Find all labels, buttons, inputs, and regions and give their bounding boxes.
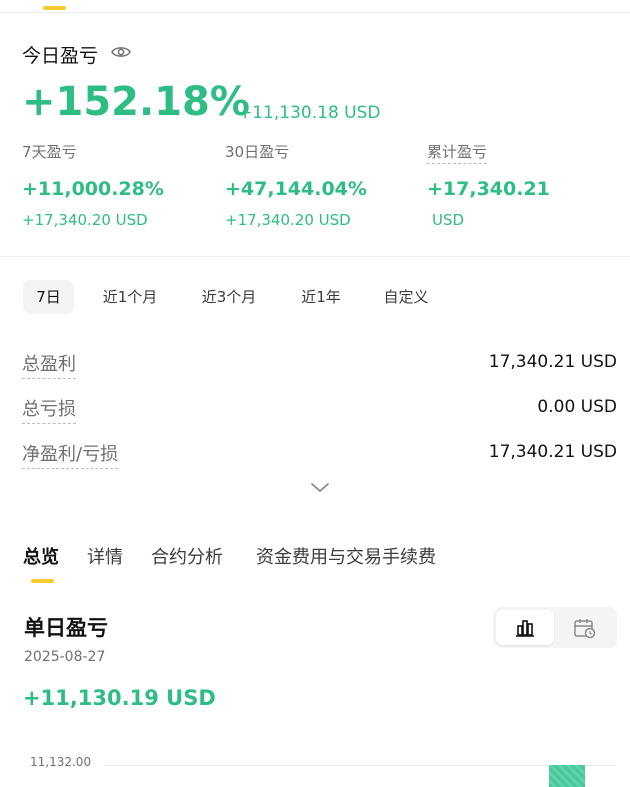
tab-contract-analysis[interactable]: 合约分析 <box>151 543 223 569</box>
tab-details[interactable]: 详情 <box>87 543 123 569</box>
calendar-view-button[interactable] <box>556 610 614 645</box>
range-tab-1m[interactable]: 近1个月 <box>88 280 172 314</box>
total-profit-value: 17,340.21 USD <box>488 352 617 372</box>
daily-pnl-title: 单日盈亏 <box>24 616 108 640</box>
chart-bar[interactable] <box>549 765 585 787</box>
tab-overview[interactable]: 总览 <box>23 543 59 569</box>
range-tab-7d[interactable]: 7日 <box>23 280 74 314</box>
stat-value-30d: +47,144.04% <box>225 178 367 200</box>
stat-label-30d: 30日盈亏 <box>225 143 290 161</box>
chart-view-toggle <box>493 607 617 648</box>
chart-gridline <box>104 765 616 766</box>
stat-value-cumulative: +17,340.21 <box>427 178 550 200</box>
divider <box>0 12 630 13</box>
daily-pnl-date: 2025-08-27 <box>24 649 106 665</box>
today-pnl-title: 今日盈亏 <box>22 45 99 67</box>
chart-axis-max-label: 11,132.00 <box>30 755 92 769</box>
stat-sub-7d: +17,340.20 USD <box>22 211 148 229</box>
bar-chart-icon <box>516 619 534 637</box>
stat-value-7d: +11,000.28% <box>22 178 164 200</box>
net-pnl-value: 17,340.21 USD <box>488 442 617 462</box>
total-loss-value: 0.00 USD <box>537 397 617 417</box>
eye-icon[interactable] <box>111 44 131 60</box>
range-tab-1y[interactable]: 近1年 <box>286 280 356 314</box>
top-tab-indicator <box>43 6 66 10</box>
today-pnl-usd: +11,130.18 USD <box>238 103 381 123</box>
divider <box>0 256 630 257</box>
net-pnl-label[interactable]: 净盈利/亏损 <box>22 440 119 469</box>
stat-label-7d: 7天盈亏 <box>22 143 77 161</box>
range-tab-custom[interactable]: 自定义 <box>370 280 442 314</box>
calendar-icon <box>574 618 596 638</box>
tab-indicator <box>31 579 54 583</box>
stat-sub-cumulative: USD <box>432 211 465 229</box>
stat-sub-30d: +17,340.20 USD <box>225 211 351 229</box>
stat-label-cumulative[interactable]: 累计盈亏 <box>427 141 488 164</box>
today-pnl-percent: +152.18% <box>22 79 250 125</box>
total-profit-label[interactable]: 总盈利 <box>22 350 76 379</box>
chevron-down-icon[interactable] <box>309 479 331 495</box>
tab-funding-fees[interactable]: 资金费用与交易手续费 <box>256 543 436 569</box>
bar-chart-view-button[interactable] <box>496 610 554 645</box>
total-loss-label[interactable]: 总亏损 <box>22 395 76 424</box>
range-tab-3m[interactable]: 近3个月 <box>186 280 272 314</box>
daily-pnl-value: +11,130.19 USD <box>23 686 216 710</box>
